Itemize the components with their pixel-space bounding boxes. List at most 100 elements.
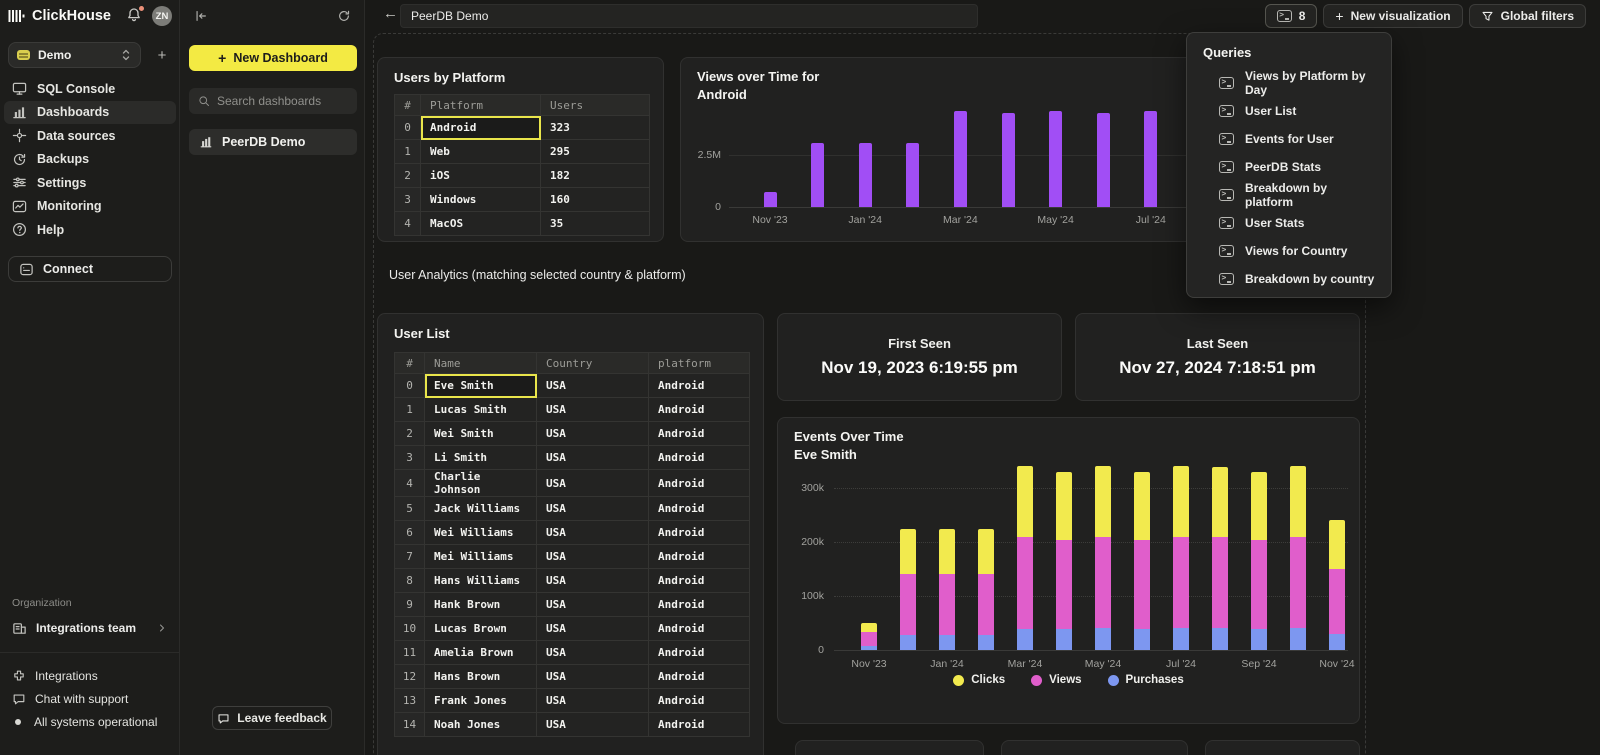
table-cell[interactable]: USA [537,641,649,665]
bar-May24[interactable] [1049,111,1062,207]
table-cell[interactable]: Android [649,470,750,497]
legend-purchases[interactable]: Purchases [1108,674,1184,686]
table-cell[interactable]: Android [649,593,750,617]
new-dashboard-button[interactable]: + New Dashboard [189,45,357,71]
stack-bar-Nov24[interactable] [1329,520,1345,650]
query-item-user-list[interactable]: User List [1187,97,1393,125]
table-cell[interactable]: USA [537,374,649,398]
table-cell[interactable]: Android [649,617,750,641]
table-cell[interactable]: Hans Williams [425,569,537,593]
search-dashboards-input[interactable] [217,94,337,108]
footer-item-chat-with-support[interactable]: Chat with support [4,687,176,710]
table-cell[interactable]: Android [649,569,750,593]
stack-bar-Nov23[interactable] [861,623,877,650]
stack-bar-Jun24[interactable] [1134,472,1150,650]
table-cell[interactable]: Lucas Smith [425,398,537,422]
table-cell[interactable]: Wei Smith [425,422,537,446]
query-item-user-stats[interactable]: User Stats [1187,209,1393,237]
table-cell[interactable]: 295 [541,140,650,164]
query-item-breakdown-by-platform[interactable]: Breakdown by platform [1187,181,1393,209]
sidebar-item-backups[interactable]: Backups [4,148,176,172]
bar-Nov23[interactable] [764,192,777,207]
stack-bar-Mar24[interactable] [1017,466,1033,650]
bar-Jan24[interactable] [859,143,872,207]
table-cell[interactable]: Wei Williams [425,521,537,545]
dashboard-list-item[interactable]: PeerDB Demo [189,129,357,155]
table-cell[interactable]: Jack Williams [425,497,537,521]
bar-Jul24[interactable] [1144,111,1157,207]
stack-bar-May24[interactable] [1095,466,1111,650]
table-cell[interactable]: USA [537,569,649,593]
table-cell[interactable]: USA [537,545,649,569]
table-cell[interactable]: USA [537,398,649,422]
table-cell[interactable]: Android [649,665,750,689]
table-cell[interactable]: Android [649,713,750,737]
table-cell[interactable]: Android [649,497,750,521]
refresh-icon[interactable] [337,9,351,23]
legend-clicks[interactable]: Clicks [953,674,1005,686]
table-cell[interactable]: Frank Jones [425,689,537,713]
add-service-button[interactable]: + [152,47,172,64]
queries-count-button[interactable]: 8 [1265,4,1318,28]
query-item-peerdb-stats[interactable]: PeerDB Stats [1187,153,1393,181]
stack-bar-Jul24[interactable] [1173,466,1189,650]
bar-Apr24[interactable] [1002,113,1015,207]
table-cell[interactable]: USA [537,497,649,521]
table-cell[interactable]: Lucas Brown [425,617,537,641]
query-item-breakdown-by-country[interactable]: Breakdown by country [1187,265,1393,293]
back-button[interactable]: ← [383,5,398,22]
dashboard-title-input[interactable] [400,4,978,28]
collapse-panel-icon[interactable] [194,9,208,23]
sidebar-item-dashboards[interactable]: Dashboards [4,101,176,125]
table-cell[interactable]: USA [537,521,649,545]
stack-bar-Dec23[interactable] [900,529,916,651]
table-cell[interactable]: MacOS [421,212,541,236]
leave-feedback-button[interactable]: Leave feedback [212,706,332,730]
stack-bar-Sep24[interactable] [1251,472,1267,650]
table-cell[interactable]: Android [649,641,750,665]
table-cell[interactable]: Web [421,140,541,164]
footer-item-integrations[interactable]: Integrations [4,664,176,687]
table-cell[interactable]: Windows [421,188,541,212]
legend-views[interactable]: Views [1031,674,1081,686]
stack-bar-Feb24[interactable] [978,529,994,651]
bar-Mar24[interactable] [954,111,967,207]
bar-Feb24[interactable] [906,143,919,207]
table-cell[interactable]: USA [537,593,649,617]
stack-bar-Jan24[interactable] [939,529,955,651]
bar-Jun24[interactable] [1097,113,1110,207]
stack-bar-Aug24[interactable] [1212,467,1228,650]
table-cell[interactable]: 182 [541,164,650,188]
avatar[interactable]: ZN [152,6,172,26]
query-item-events-for-user[interactable]: Events for User [1187,125,1393,153]
table-cell[interactable]: Li Smith [425,446,537,470]
table-cell[interactable]: iOS [421,164,541,188]
query-item-views-for-country[interactable]: Views for Country [1187,237,1393,265]
table-cell[interactable]: Android [649,521,750,545]
table-cell[interactable]: Android [649,422,750,446]
workspace-select[interactable]: Demo [8,42,141,68]
table-cell[interactable]: Mei Williams [425,545,537,569]
table-cell[interactable]: USA [537,446,649,470]
table-cell[interactable]: USA [537,422,649,446]
query-item-views-by-platform-by-day[interactable]: Views by Platform by Day [1187,69,1393,97]
table-cell[interactable]: USA [537,689,649,713]
table-cell[interactable]: 35 [541,212,650,236]
table-cell[interactable]: Android [421,116,541,140]
notifications-bell-icon[interactable] [126,7,144,25]
table-cell[interactable]: USA [537,665,649,689]
table-cell[interactable]: Android [649,374,750,398]
table-cell[interactable]: Amelia Brown [425,641,537,665]
table-cell[interactable]: Charlie Johnson [425,470,537,497]
footer-item-all-systems-operational[interactable]: All systems operational [4,710,176,733]
table-cell[interactable]: USA [537,617,649,641]
table-cell[interactable]: Android [649,398,750,422]
table-cell[interactable]: Hans Brown [425,665,537,689]
sidebar-item-monitoring[interactable]: Monitoring [4,195,176,219]
stack-bar-Oct24[interactable] [1290,466,1306,650]
table-cell[interactable]: Eve Smith [425,374,537,398]
new-visualization-button[interactable]: + New visualization [1323,4,1462,28]
search-dashboards-box[interactable] [189,88,357,114]
organization-team[interactable]: Integrations team [4,616,176,640]
table-cell[interactable]: Android [649,446,750,470]
